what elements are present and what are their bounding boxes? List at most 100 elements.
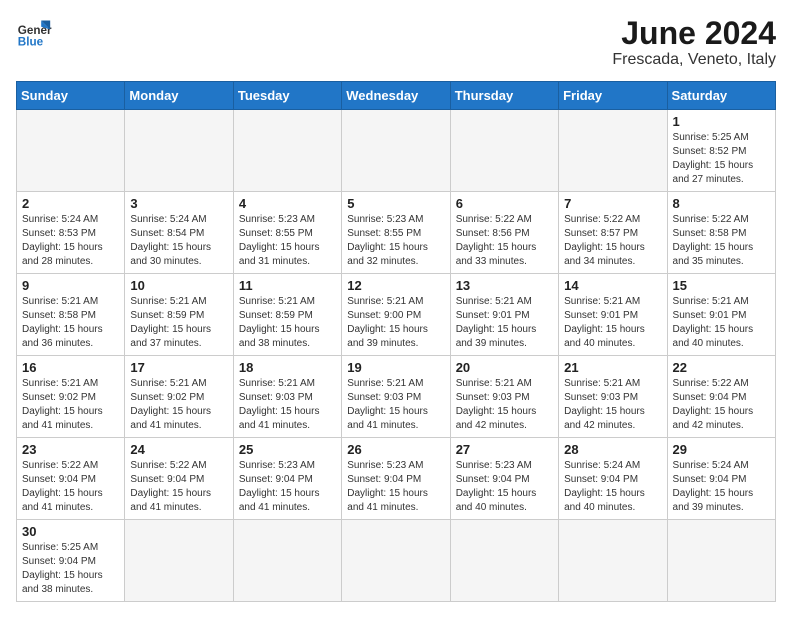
- day-number: 25: [239, 442, 336, 457]
- day-info: Sunrise: 5:23 AM Sunset: 9:04 PM Dayligh…: [456, 459, 553, 515]
- day-number: 24: [130, 442, 227, 457]
- day-number: 5: [347, 196, 444, 211]
- day-info: Sunrise: 5:21 AM Sunset: 9:01 PM Dayligh…: [673, 295, 770, 351]
- calendar-cell: 26 Sunrise: 5:23 AM Sunset: 9:04 PM Dayli…: [342, 438, 450, 520]
- calendar-cell: [450, 110, 558, 192]
- calendar-cell: 5 Sunrise: 5:23 AM Sunset: 8:55 PM Daylig…: [342, 192, 450, 274]
- day-number: 7: [564, 196, 661, 211]
- calendar-cell: 20Sunrise: 5:21 AM Sunset: 9:03 PM Dayli…: [450, 356, 558, 438]
- day-number: 8: [673, 196, 770, 211]
- day-info: Sunrise: 5:21 AM Sunset: 9:01 PM Dayligh…: [456, 295, 553, 351]
- day-number: 28: [564, 442, 661, 457]
- day-number: 26: [347, 442, 444, 457]
- day-number: 19: [347, 360, 444, 375]
- calendar-cell: 6Sunrise: 5:22 AM Sunset: 8:56 PM Daylig…: [450, 192, 558, 274]
- day-number: 10: [130, 278, 227, 293]
- calendar-cell: 30 Sunrise: 5:25 AM Sunset: 9:04 PM Dayli…: [17, 520, 125, 602]
- day-number: 4: [239, 196, 336, 211]
- calendar-cell: 21 Sunrise: 5:21 AM Sunset: 9:03 PM Dayli…: [559, 356, 667, 438]
- calendar-cell: 14Sunrise: 5:21 AM Sunset: 9:01 PM Dayli…: [559, 274, 667, 356]
- day-number: 30: [22, 524, 119, 539]
- day-info: Sunrise: 5:21 AM Sunset: 8:59 PM Dayligh…: [130, 295, 227, 351]
- day-number: 12: [347, 278, 444, 293]
- calendar-cell: 17Sunrise: 5:21 AM Sunset: 9:02 PM Dayli…: [125, 356, 233, 438]
- svg-text:Blue: Blue: [18, 36, 44, 49]
- calendar-cell: 9 Sunrise: 5:21 AM Sunset: 8:58 PM Daylig…: [17, 274, 125, 356]
- day-number: 11: [239, 278, 336, 293]
- day-number: 29: [673, 442, 770, 457]
- day-number: 18: [239, 360, 336, 375]
- calendar-cell: [342, 110, 450, 192]
- day-number: 14: [564, 278, 661, 293]
- day-info: Sunrise: 5:24 AM Sunset: 8:53 PM Dayligh…: [22, 213, 119, 269]
- calendar-cell: 27 Sunrise: 5:23 AM Sunset: 9:04 PM Dayli…: [450, 438, 558, 520]
- calendar-cell: 4Sunrise: 5:23 AM Sunset: 8:55 PM Daylig…: [233, 192, 341, 274]
- calendar-cell: 29 Sunrise: 5:24 AM Sunset: 9:04 PM Dayli…: [667, 438, 775, 520]
- day-info: Sunrise: 5:24 AM Sunset: 9:04 PM Dayligh…: [673, 459, 770, 515]
- day-info: Sunrise: 5:22 AM Sunset: 8:58 PM Dayligh…: [673, 213, 770, 269]
- calendar-cell: [559, 520, 667, 602]
- day-number: 9: [22, 278, 119, 293]
- day-info: Sunrise: 5:21 AM Sunset: 9:03 PM Dayligh…: [564, 377, 661, 433]
- calendar-cell: 19Sunrise: 5:21 AM Sunset: 9:03 PM Dayli…: [342, 356, 450, 438]
- calendar-cell: 3Sunrise: 5:24 AM Sunset: 8:54 PM Daylig…: [125, 192, 233, 274]
- calendar-cell: [667, 520, 775, 602]
- day-number: 22: [673, 360, 770, 375]
- calendar-cell: 16 Sunrise: 5:21 AM Sunset: 9:02 PM Dayli…: [17, 356, 125, 438]
- header: General Blue June 2024 Frescada, Veneto,…: [16, 16, 776, 69]
- day-info: Sunrise: 5:25 AM Sunset: 9:04 PM Dayligh…: [22, 541, 119, 597]
- day-number: 27: [456, 442, 553, 457]
- calendar-cell: [450, 520, 558, 602]
- week-row-5: 30 Sunrise: 5:25 AM Sunset: 9:04 PM Dayli…: [17, 520, 776, 602]
- day-info: Sunrise: 5:22 AM Sunset: 8:56 PM Dayligh…: [456, 213, 553, 269]
- calendar-table: SundayMondayTuesdayWednesdayThursdayFrid…: [16, 81, 776, 602]
- calendar-cell: [233, 520, 341, 602]
- calendar-cell: 8 Sunrise: 5:22 AM Sunset: 8:58 PM Daylig…: [667, 192, 775, 274]
- week-row-0: 1Sunrise: 5:25 AM Sunset: 8:52 PM Daylig…: [17, 110, 776, 192]
- day-number: 2: [22, 196, 119, 211]
- calendar-cell: 23 Sunrise: 5:22 AM Sunset: 9:04 PM Dayli…: [17, 438, 125, 520]
- day-info: Sunrise: 5:21 AM Sunset: 9:03 PM Dayligh…: [456, 377, 553, 433]
- weekday-header-wednesday: Wednesday: [342, 82, 450, 110]
- weekday-header-thursday: Thursday: [450, 82, 558, 110]
- day-info: Sunrise: 5:22 AM Sunset: 9:04 PM Dayligh…: [130, 459, 227, 515]
- calendar-cell: 11 Sunrise: 5:21 AM Sunset: 8:59 PM Dayli…: [233, 274, 341, 356]
- calendar-cell: [342, 520, 450, 602]
- logo-icon: General Blue: [16, 16, 52, 52]
- calendar-subtitle: Frescada, Veneto, Italy: [612, 51, 776, 69]
- day-number: 23: [22, 442, 119, 457]
- calendar-cell: 12Sunrise: 5:21 AM Sunset: 9:00 PM Dayli…: [342, 274, 450, 356]
- day-info: Sunrise: 5:23 AM Sunset: 8:55 PM Dayligh…: [347, 213, 444, 269]
- calendar-cell: 24 Sunrise: 5:22 AM Sunset: 9:04 PM Dayli…: [125, 438, 233, 520]
- calendar-cell: 18Sunrise: 5:21 AM Sunset: 9:03 PM Dayli…: [233, 356, 341, 438]
- weekday-header-row: SundayMondayTuesdayWednesdayThursdayFrid…: [17, 82, 776, 110]
- calendar-cell: 10 Sunrise: 5:21 AM Sunset: 8:59 PM Dayli…: [125, 274, 233, 356]
- calendar-cell: [125, 110, 233, 192]
- week-row-2: 9 Sunrise: 5:21 AM Sunset: 8:58 PM Daylig…: [17, 274, 776, 356]
- day-info: Sunrise: 5:24 AM Sunset: 9:04 PM Dayligh…: [564, 459, 661, 515]
- day-number: 21: [564, 360, 661, 375]
- day-number: 17: [130, 360, 227, 375]
- weekday-header-monday: Monday: [125, 82, 233, 110]
- day-info: Sunrise: 5:22 AM Sunset: 8:57 PM Dayligh…: [564, 213, 661, 269]
- day-number: 16: [22, 360, 119, 375]
- day-info: Sunrise: 5:23 AM Sunset: 9:04 PM Dayligh…: [347, 459, 444, 515]
- weekday-header-sunday: Sunday: [17, 82, 125, 110]
- calendar-cell: 28 Sunrise: 5:24 AM Sunset: 9:04 PM Dayli…: [559, 438, 667, 520]
- week-row-3: 16 Sunrise: 5:21 AM Sunset: 9:02 PM Dayli…: [17, 356, 776, 438]
- day-info: Sunrise: 5:22 AM Sunset: 9:04 PM Dayligh…: [22, 459, 119, 515]
- week-row-1: 2 Sunrise: 5:24 AM Sunset: 8:53 PM Daylig…: [17, 192, 776, 274]
- calendar-cell: 25Sunrise: 5:23 AM Sunset: 9:04 PM Dayli…: [233, 438, 341, 520]
- day-number: 13: [456, 278, 553, 293]
- calendar-cell: [125, 520, 233, 602]
- day-number: 15: [673, 278, 770, 293]
- calendar-cell: 13 Sunrise: 5:21 AM Sunset: 9:01 PM Dayli…: [450, 274, 558, 356]
- day-info: Sunrise: 5:21 AM Sunset: 9:02 PM Dayligh…: [22, 377, 119, 433]
- day-info: Sunrise: 5:21 AM Sunset: 8:58 PM Dayligh…: [22, 295, 119, 351]
- day-info: Sunrise: 5:21 AM Sunset: 8:59 PM Dayligh…: [239, 295, 336, 351]
- weekday-header-tuesday: Tuesday: [233, 82, 341, 110]
- calendar-cell: [17, 110, 125, 192]
- calendar-cell: 7 Sunrise: 5:22 AM Sunset: 8:57 PM Daylig…: [559, 192, 667, 274]
- day-number: 1: [673, 114, 770, 129]
- calendar-title: June 2024: [612, 16, 776, 51]
